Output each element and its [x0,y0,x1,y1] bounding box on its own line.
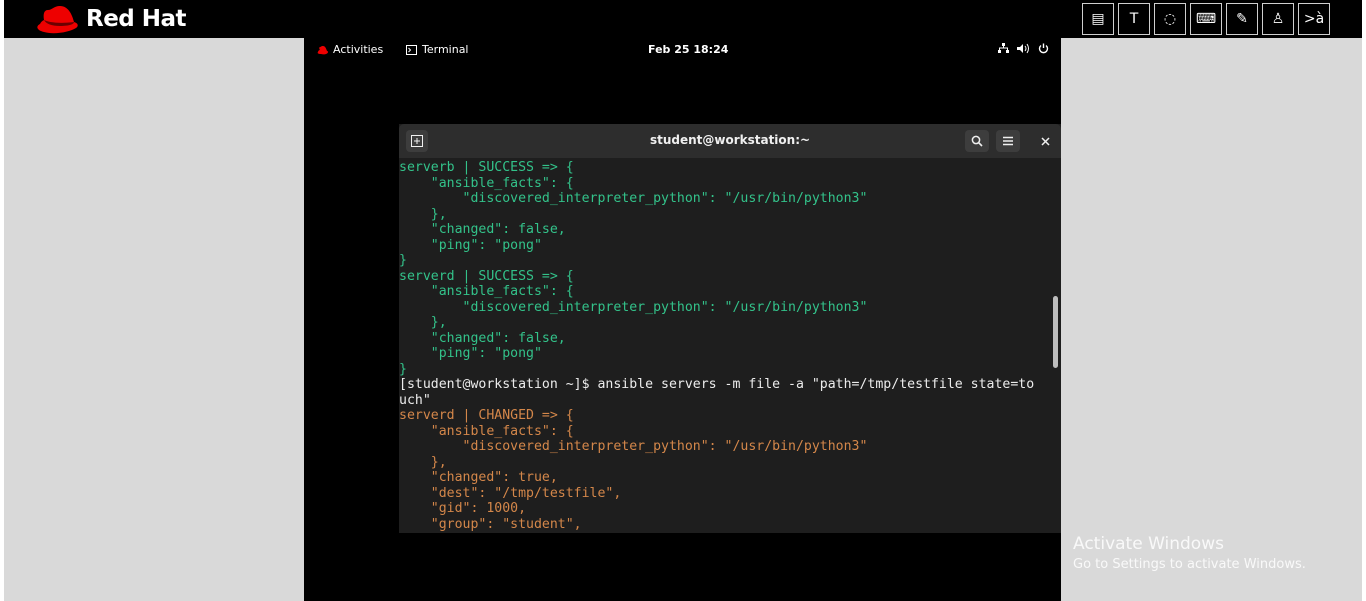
network-icon[interactable] [998,43,1009,57]
keyboard-tool-icon: ⌨ [1195,11,1217,27]
menu-button[interactable] [996,130,1020,152]
close-icon [1040,136,1050,146]
volume-icon[interactable] [1017,43,1030,57]
activities-button[interactable]: Activities [317,43,383,56]
redhat-small-icon [317,45,328,54]
redhat-hat-icon [37,6,78,34]
translate-tool-button[interactable]: >à [1298,3,1330,35]
search-icon [971,135,983,147]
terminal-line: "ansible_facts": { [399,175,574,191]
power-icon[interactable] [1038,43,1049,57]
terminal-line: serverd | SUCCESS => { [399,268,574,284]
terminal-line: "changed": true, [399,470,558,485]
terminal-line: "ansible_facts": { [399,284,574,299]
redhat-top-bar: Red Hat ▤ T ◌ ⌨ ✎ ♙ >à [4,0,1362,38]
terminal-line: "discovered_interpreter_python": "/usr/b… [399,299,868,315]
terminal-title: student@workstation:~ [649,133,811,147]
circle-tool-icon: ◌ [1163,11,1177,27]
terminal-line: serverd | CHANGED => { [399,408,574,423]
user-tool-button[interactable]: ♙ [1262,3,1294,35]
terminal-line: "changed": false, [399,222,566,237]
text-tool-button[interactable]: T [1118,3,1150,35]
terminal-window[interactable]: student@workstation:~ serverb | SUCCESS … [399,124,1061,533]
terminal-line: uch" [399,392,431,408]
terminal-line: "group": "student", [399,516,582,532]
search-button[interactable] [965,130,989,152]
translate-tool-icon: >à [1303,11,1325,27]
terminal-line: }, [399,454,447,470]
no-pen-tool-button[interactable]: ✎ [1226,3,1258,35]
activities-label: Activities [333,43,384,56]
terminal-output[interactable]: serverb | SUCCESS => { "ansible_facts": … [399,158,1051,533]
terminal-line: "discovered_interpreter_python": "/usr/b… [399,439,868,454]
terminal-line: "ping": "pong" [399,346,542,361]
terminal-line: }, [399,206,447,222]
terminal-icon [406,44,417,55]
vm-screen[interactable]: Activities Terminal Feb 25 18:24 student… [304,38,1061,601]
document-tool-icon: ▤ [1091,11,1105,27]
close-button[interactable] [1035,131,1055,151]
document-tool-button[interactable]: ▤ [1082,3,1114,35]
keyboard-tool-button[interactable]: ⌨ [1190,3,1222,35]
user-tool-icon: ♙ [1271,11,1285,27]
activate-windows-watermark: Activate Windows Go to Settings to activ… [1073,534,1306,572]
terminal-app-label: Terminal [422,43,469,56]
gnome-top-bar: Activities Terminal Feb 25 18:24 [304,38,1061,62]
scrollbar-thumb[interactable] [1053,296,1058,368]
toolbar: ▤ T ◌ ⌨ ✎ ♙ >à [1082,3,1330,35]
system-tray[interactable] [998,43,1049,57]
terminal-app-menu[interactable]: Terminal [406,43,469,56]
terminal-line: serverb | SUCCESS => { [399,160,574,175]
terminal-line: "ping": "pong" [399,237,542,253]
terminal-header-bar[interactable]: student@workstation:~ [399,124,1061,158]
text-tool-icon: T [1129,11,1139,27]
terminal-line: "ansible_facts": { [399,423,574,439]
terminal-line: "gid": 1000, [399,501,527,516]
terminal-line: } [399,361,407,377]
terminal-scrollbar[interactable] [1051,158,1061,533]
terminal-line: } [399,253,407,268]
watermark-title: Activate Windows [1073,534,1224,554]
hamburger-menu-icon [1003,136,1013,146]
terminal-line: "discovered_interpreter_python": "/usr/b… [399,191,868,206]
clock[interactable]: Feb 25 18:24 [648,43,728,56]
circle-tool-button[interactable]: ◌ [1154,3,1186,35]
watermark-subtitle: Go to Settings to activate Windows. [1073,557,1306,572]
terminal-line: [student@workstation ~]$ ansible servers… [399,377,1035,392]
redhat-logo[interactable]: Red Hat [34,2,187,36]
no-pen-tool-icon: ✎ [1236,11,1248,27]
terminal-line: "changed": false, [399,330,566,346]
terminal-line: }, [399,315,447,330]
terminal-line: "dest": "/tmp/testfile", [399,485,622,501]
redhat-wordmark: Red Hat [86,6,187,32]
